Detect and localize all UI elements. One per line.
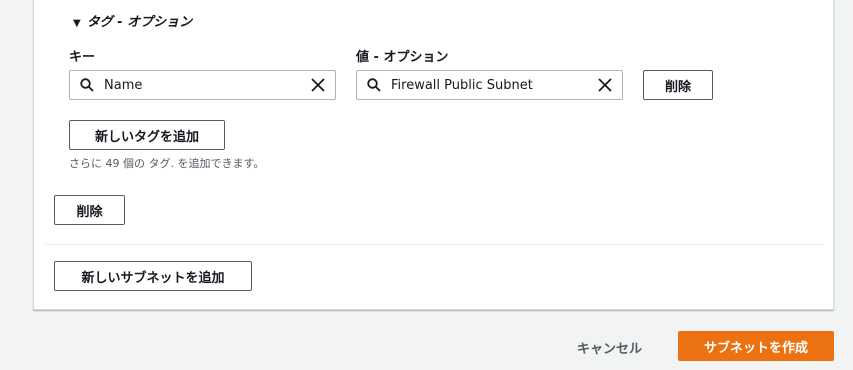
clear-icon[interactable] xyxy=(597,77,613,93)
create-subnet-button[interactable]: サブネットを作成 xyxy=(678,331,834,361)
tag-key-input[interactable]: Name xyxy=(69,70,336,100)
search-icon xyxy=(80,78,94,92)
tag-key-value: Name xyxy=(104,78,143,93)
add-subnet-button[interactable]: 新しいサブネットを追加 xyxy=(54,261,252,291)
section-divider xyxy=(45,244,823,245)
add-tag-button[interactable]: 新しいタグを追加 xyxy=(69,120,225,150)
search-icon xyxy=(367,78,381,92)
remaining-tags-hint: さらに 49 個の タグ. を追加できます。 xyxy=(69,157,265,170)
cancel-button[interactable]: キャンセル xyxy=(577,338,642,357)
tag-value-input[interactable]: Firewall Public Subnet xyxy=(356,70,623,100)
tag-value-label: 値 - オプション xyxy=(356,50,449,65)
tag-value-value: Firewall Public Subnet xyxy=(391,78,533,93)
remove-subnet-button[interactable]: 削除 xyxy=(54,195,125,225)
clear-icon[interactable] xyxy=(310,77,326,93)
tags-section-title: タグ - オプション xyxy=(86,15,193,30)
caret-down-icon: ▼ xyxy=(73,18,81,29)
tag-key-label: キー xyxy=(69,50,96,65)
remove-tag-button[interactable]: 削除 xyxy=(643,70,713,100)
tags-section-toggle[interactable]: ▼ タグ - オプション xyxy=(73,11,192,30)
